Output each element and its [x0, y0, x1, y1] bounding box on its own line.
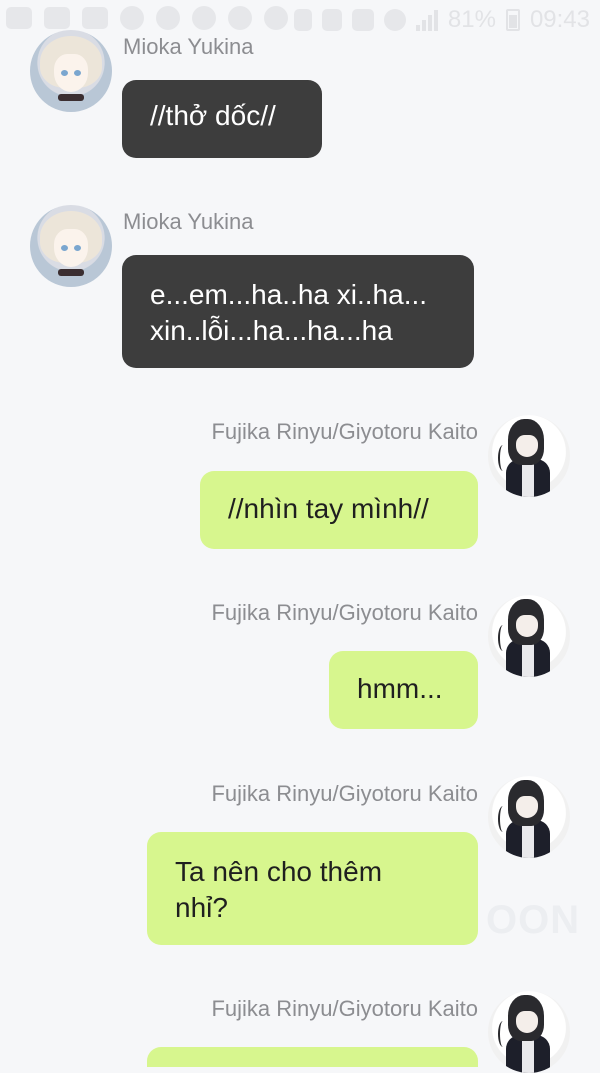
mioka-avatar-icon[interactable] — [30, 205, 112, 287]
wifi-icon — [383, 9, 406, 31]
app-notification-icon — [156, 6, 180, 30]
notification-icons — [6, 6, 288, 30]
sender-name: Fujika Rinyu/Giyotoru Kaito — [211, 996, 478, 1021]
message-text: //thở dốc// — [150, 100, 276, 131]
message-text: hmm... — [357, 673, 443, 704]
chat-notification-icon — [6, 7, 32, 29]
sender-name: Mioka Yukina — [123, 34, 254, 59]
watermark-logo: OON — [486, 898, 581, 942]
message-text: xin..lỗi...ha...ha...ha — [150, 315, 393, 346]
sender-name: Mioka Yukina — [123, 209, 254, 234]
signal-icon — [415, 9, 438, 31]
pinterest-notification-icon — [120, 6, 144, 30]
kaito-avatar-icon[interactable] — [488, 991, 570, 1073]
message-text: //nhìn tay mình// — [228, 493, 429, 524]
kaito-avatar-icon[interactable] — [488, 595, 570, 677]
message-bubble[interactable]: //thở dốc// — [122, 80, 322, 158]
message-bubble[interactable]: hmm... — [329, 651, 478, 729]
mute-icon — [321, 9, 342, 31]
clock: 09:43 — [529, 6, 590, 33]
message-notification-icon — [82, 7, 108, 29]
sender-name: Fujika Rinyu/Giyotoru Kaito — [211, 781, 478, 806]
message-text: nhỉ? — [175, 892, 228, 923]
lock-icon — [293, 9, 312, 31]
message-bubble[interactable]: Ta nên cho thêm nhỉ? — [147, 832, 478, 945]
game-notification-icon-3 — [264, 6, 288, 30]
game-notification-icon — [192, 6, 216, 30]
message-bubble[interactable] — [147, 1047, 478, 1067]
kaito-avatar-icon[interactable] — [488, 776, 570, 858]
sender-name: Fujika Rinyu/Giyotoru Kaito — [211, 600, 478, 625]
system-indicators: 81% 09:43 — [293, 6, 590, 34]
sender-name: Fujika Rinyu/Giyotoru Kaito — [211, 419, 478, 444]
message-bubble[interactable]: e...em...ha..ha xi..ha... xin..lỗi...ha.… — [122, 255, 474, 368]
battery-percent: 81% — [447, 6, 496, 33]
battery-icon — [505, 9, 520, 31]
image-notification-icon — [44, 7, 70, 29]
mioka-avatar-icon[interactable] — [30, 30, 112, 112]
game-notification-icon-2 — [228, 6, 252, 30]
kaito-avatar-icon[interactable] — [488, 415, 570, 497]
nfc-icon — [351, 9, 374, 31]
message-text: Ta nên cho thêm — [175, 856, 383, 887]
message-text: e...em...ha..ha xi..ha... — [150, 279, 428, 310]
message-bubble[interactable]: //nhìn tay mình// — [200, 471, 478, 549]
